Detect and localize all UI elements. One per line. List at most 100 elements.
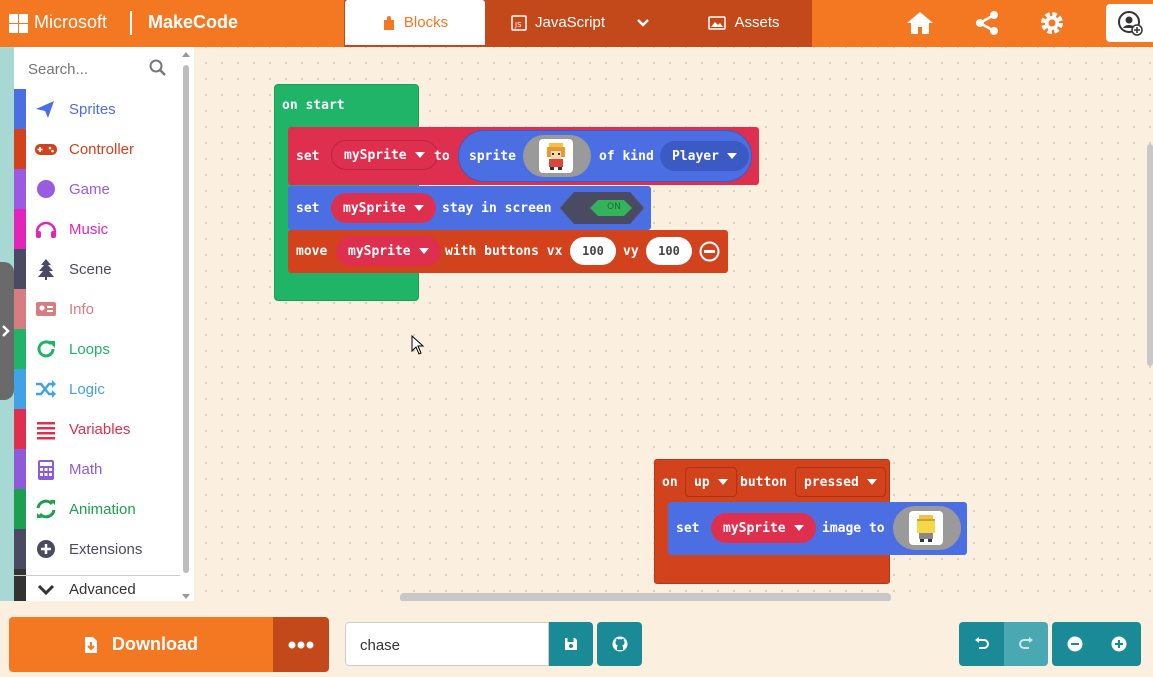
brand-makecode[interactable]: MakeCode (148, 12, 238, 33)
category-label: Logic (69, 381, 105, 398)
shuffle-icon (34, 378, 58, 400)
toolbox-category-extensions[interactable]: Extensions (14, 529, 180, 569)
zoom-in-button[interactable] (1097, 622, 1141, 666)
toolbox-divider (14, 575, 180, 576)
tab-blocks[interactable]: Blocks (345, 0, 485, 45)
sprite-image-icon (917, 515, 935, 542)
sprite-reporter[interactable]: sprite of kind Player (458, 130, 752, 182)
dropdown-arrow-icon (793, 525, 804, 531)
category-color-bar (14, 449, 26, 489)
workspace-vertical-scrollbar[interactable] (1147, 144, 1153, 366)
more-options-button[interactable] (273, 617, 329, 672)
category-label: Music (69, 221, 109, 238)
project-name-input[interactable]: chase (345, 622, 549, 666)
image-picker[interactable] (893, 506, 961, 550)
category-color-bar (14, 569, 26, 601)
circle-icon (34, 178, 58, 200)
toolbox-category-info[interactable]: Info (14, 289, 180, 329)
variable-name: mySprite (343, 200, 406, 216)
language-dropdown[interactable] (630, 0, 656, 45)
user-icon (1117, 11, 1143, 36)
toolbox-category-controller[interactable]: Controller (14, 129, 180, 169)
category-color-bar (14, 89, 26, 129)
category-color-bar (14, 289, 26, 329)
home-button[interactable] (905, 8, 935, 38)
set-image-block[interactable]: set mySprite image to (668, 502, 967, 555)
image-thumbnail (909, 511, 943, 545)
home-icon (907, 12, 933, 34)
on-toggle[interactable] (560, 192, 644, 224)
variable-dropdown[interactable]: mySprite (331, 193, 436, 223)
github-button[interactable] (597, 622, 642, 666)
search-icon[interactable] (149, 59, 167, 77)
player-sprite-icon (547, 143, 565, 170)
undo-button[interactable] (959, 622, 1004, 666)
save-icon (565, 638, 577, 650)
category-color-bar (14, 409, 26, 449)
user-menu-button[interactable] (1106, 4, 1153, 42)
variable-dropdown[interactable]: mySprite (711, 513, 816, 543)
redo-icon (1019, 637, 1033, 649)
settings-button[interactable] (1037, 8, 1067, 38)
mouse-cursor-icon (411, 335, 425, 355)
minus-circle-icon[interactable] (699, 241, 720, 262)
toolbox-scrollbar[interactable] (183, 65, 189, 573)
kind-value: Player (672, 148, 719, 164)
move-label: move (296, 244, 328, 259)
dropdown-arrow-icon (726, 153, 737, 159)
toolbox-category-animation[interactable]: Animation (14, 489, 180, 529)
category-color-bar (14, 169, 26, 209)
redo-button[interactable] (1004, 622, 1048, 666)
vx-input[interactable]: 100 (570, 237, 616, 265)
toolbox-category-sprites[interactable]: Sprites (14, 89, 180, 129)
category-label: Animation (69, 501, 136, 518)
toolbox-category-loops[interactable]: Loops (14, 329, 180, 369)
move-with-buttons-block[interactable]: move mySprite with buttons vx 100 vy 100 (288, 230, 728, 273)
plus-circle-icon (34, 538, 58, 560)
sprite-image-picker[interactable] (523, 135, 591, 177)
id-card-icon (34, 298, 58, 320)
set-label: set (676, 521, 700, 536)
set-sprite-block[interactable]: set mySprite to sprite of kind Player (288, 127, 759, 185)
category-color-bar (14, 489, 26, 529)
toolbox-category-game[interactable]: Game (14, 169, 180, 209)
event-dropdown[interactable]: pressed (795, 467, 886, 497)
github-icon (612, 636, 627, 652)
on-label: on (662, 475, 678, 490)
category-label: Info (69, 301, 95, 318)
toolbox-category-music[interactable]: Music (14, 209, 180, 249)
tab-javascript[interactable]: JS JavaScript (504, 0, 612, 45)
brand-divider (130, 11, 132, 35)
dropdown-arrow-icon (418, 248, 429, 254)
zoom-out-button[interactable] (1052, 622, 1097, 666)
category-label: Variables (69, 421, 131, 438)
vy-input[interactable]: 100 (646, 237, 692, 265)
refresh-icon (34, 338, 58, 360)
toolbox-category-variables[interactable]: Variables (14, 409, 180, 449)
variable-dropdown[interactable]: mySprite (331, 140, 438, 170)
download-label: Download (112, 634, 198, 654)
scroll-down-icon[interactable] (181, 593, 191, 601)
download-button[interactable]: Download (9, 617, 273, 672)
editor-tabs: Blocks JS JavaScript Assets (344, 0, 812, 47)
toolbox-category-logic[interactable]: Logic (14, 369, 180, 409)
dropdown-arrow-icon (414, 152, 425, 158)
blocks-workspace[interactable]: on start set mySprite to sprite of kind … (194, 47, 1153, 602)
brand-microsoft[interactable]: Microsoft (34, 12, 107, 33)
simulator-toggle[interactable] (0, 262, 14, 400)
save-button[interactable] (549, 622, 593, 666)
scroll-up-icon[interactable] (181, 50, 191, 58)
variable-dropdown[interactable]: mySprite (336, 236, 441, 266)
toolbox-category-scene[interactable]: Scene (14, 249, 180, 289)
toolbox-category-advanced[interactable]: Advanced (14, 569, 180, 601)
stay-in-screen-block[interactable]: set mySprite stay in screen ON (288, 186, 651, 230)
category-color-bar (14, 249, 26, 289)
share-button[interactable] (972, 8, 1002, 38)
tab-assets[interactable]: Assets (694, 0, 794, 45)
headphones-icon (34, 218, 58, 240)
variable-name: mySprite (348, 243, 411, 259)
button-dropdown[interactable]: up (685, 467, 737, 497)
toolbox-category-math[interactable]: Math (14, 449, 180, 489)
kind-dropdown[interactable]: Player (660, 141, 749, 171)
player-sprite-thumbnail (539, 139, 573, 173)
